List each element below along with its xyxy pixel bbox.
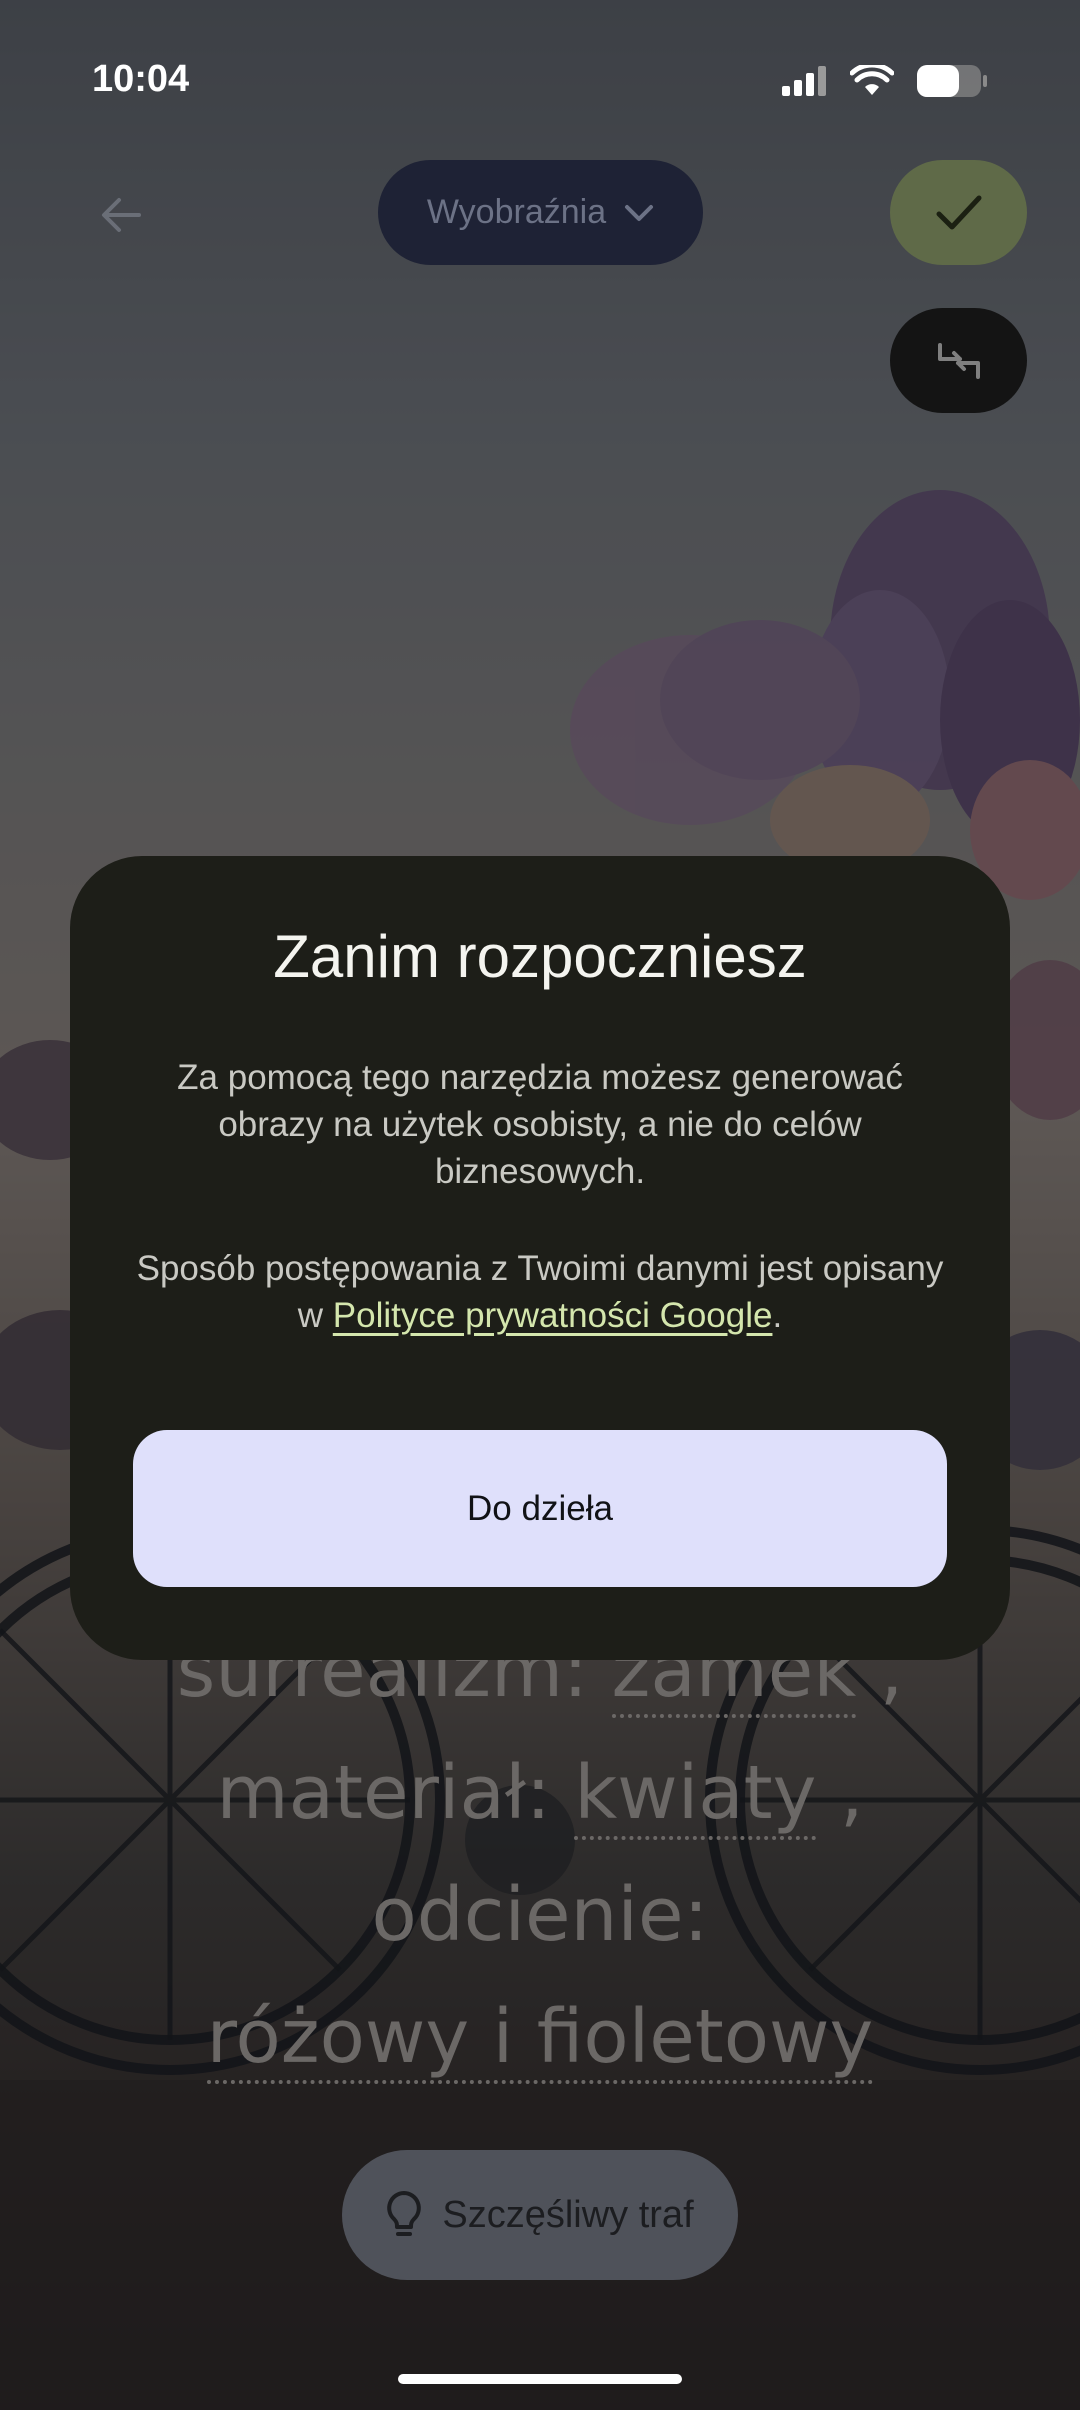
model-dropdown[interactable]: Wyobraźnia bbox=[378, 160, 703, 265]
battery-icon bbox=[917, 65, 987, 97]
get-started-button[interactable]: Do dzieła bbox=[133, 1430, 947, 1587]
signal-icon bbox=[782, 66, 826, 96]
prompt-token-colors[interactable]: różowy i fioletowy bbox=[206, 1994, 874, 2084]
status-icons bbox=[782, 64, 988, 98]
chevron-down-icon bbox=[625, 204, 654, 221]
prompt-line-4: różowy i fioletowy bbox=[0, 1976, 1080, 2098]
prompt-text: surrealizm: zamek , materiał: kwiaty , o… bbox=[0, 1610, 1080, 2098]
dialog-body: Za pomocą tego narzędzia możesz generowa… bbox=[130, 1054, 950, 1339]
home-indicator[interactable] bbox=[398, 2374, 682, 2384]
prompt-token-flowers[interactable]: kwiaty bbox=[574, 1750, 817, 1840]
status-time: 10:04 bbox=[92, 58, 190, 100]
privacy-text-suffix: . bbox=[772, 1296, 783, 1335]
dialog-title: Zanim rozpoczniesz bbox=[273, 923, 807, 990]
confirm-button[interactable] bbox=[890, 160, 1027, 265]
lightbulb-icon bbox=[387, 2191, 422, 2236]
checkmark-icon bbox=[936, 195, 981, 229]
dialog-paragraph-privacy: Sposób postępowania z Twoimi danymi jest… bbox=[130, 1245, 950, 1339]
status-bar: 10:04 bbox=[0, 0, 1080, 150]
swap-icon bbox=[937, 342, 980, 379]
dialog-paragraph-usage: Za pomocą tego narzędzia możesz generowa… bbox=[177, 1058, 903, 1191]
prompt-line-3: odcienie: bbox=[0, 1854, 1080, 1976]
back-button[interactable] bbox=[86, 180, 156, 250]
consent-dialog: Zanim rozpoczniesz Za pomocą tego narzęd… bbox=[70, 856, 1010, 1660]
wifi-icon bbox=[850, 65, 894, 95]
prompt-separator: , bbox=[816, 1750, 864, 1836]
model-dropdown-label: Wyobraźnia bbox=[426, 193, 607, 231]
swap-button[interactable] bbox=[890, 308, 1027, 413]
prompt-label: materiał: bbox=[216, 1750, 575, 1836]
privacy-policy-link[interactable]: Polityce prywatności Google bbox=[333, 1296, 773, 1335]
lucky-button-label: Szczęśliwy traf bbox=[442, 2193, 694, 2236]
lucky-button[interactable]: Szczęśliwy traf bbox=[342, 2150, 738, 2280]
screen: 10:04 Wyobraźnia surrealizm: zamek , mat… bbox=[0, 0, 1080, 2410]
prompt-label: odcienie: bbox=[371, 1872, 709, 1958]
arrow-left-icon bbox=[102, 198, 141, 232]
prompt-line-2: materiał: kwiaty , bbox=[0, 1732, 1080, 1854]
